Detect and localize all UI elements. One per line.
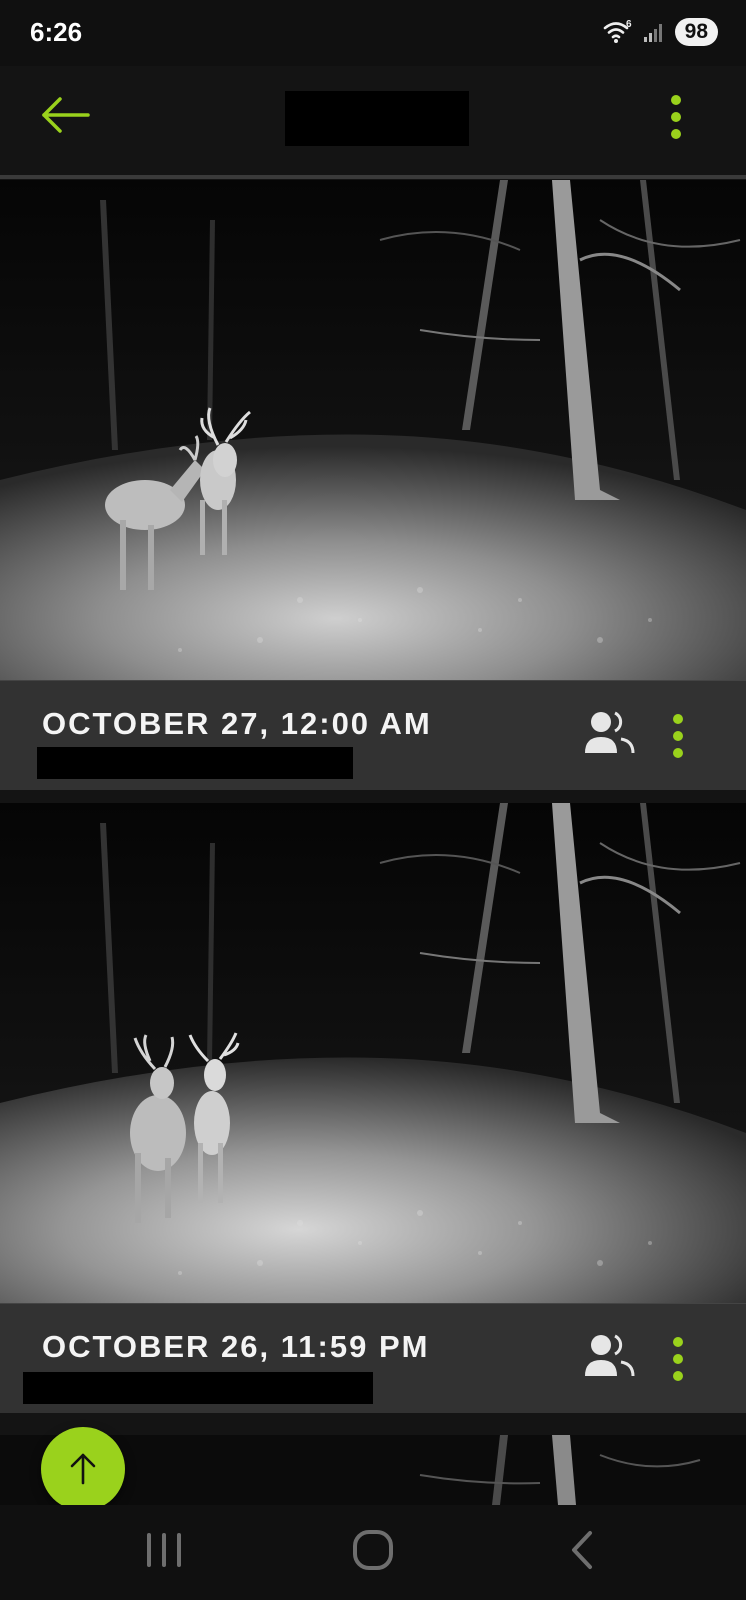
scroll-to-top-button[interactable] bbox=[41, 1427, 125, 1511]
more-vertical-icon[interactable] bbox=[668, 1334, 688, 1384]
people-icon[interactable] bbox=[583, 1332, 637, 1384]
trail-camera-photo[interactable] bbox=[0, 180, 746, 680]
wifi-icon: 6 bbox=[603, 19, 632, 43]
status-time: 6:26 bbox=[30, 17, 83, 47]
more-vertical-icon[interactable] bbox=[668, 711, 688, 761]
home-icon[interactable] bbox=[348, 1525, 398, 1575]
more-vertical-icon[interactable] bbox=[666, 92, 686, 142]
system-nav-bar bbox=[0, 1505, 746, 1600]
photo-date: OCTOBER 26, 11:59 PM bbox=[42, 1329, 430, 1364]
people-icon[interactable] bbox=[583, 709, 637, 761]
header-divider bbox=[0, 175, 746, 179]
app-bar bbox=[0, 66, 746, 176]
status-bar: 6:26 6 98 bbox=[0, 0, 746, 66]
signal-icon bbox=[643, 24, 662, 42]
night-forest-scene bbox=[0, 180, 746, 680]
battery-icon: 98 bbox=[674, 18, 718, 46]
arrow-left-icon bbox=[42, 97, 90, 133]
photo-info-bar: OCTOBER 27, 12:00 AM bbox=[0, 680, 746, 790]
back-icon[interactable] bbox=[557, 1525, 607, 1575]
arrow-up-icon bbox=[70, 1453, 96, 1485]
title-redaction bbox=[285, 91, 469, 146]
back-button[interactable] bbox=[40, 92, 92, 138]
recent-apps-icon[interactable] bbox=[139, 1525, 189, 1575]
wifi-badge: 6 bbox=[626, 19, 632, 30]
photo-info-bar: OCTOBER 26, 11:59 PM bbox=[0, 1303, 746, 1413]
night-forest-scene bbox=[0, 803, 746, 1303]
photo-date: OCTOBER 27, 12:00 AM bbox=[42, 706, 432, 741]
location-redaction bbox=[23, 1372, 373, 1404]
trail-camera-photo[interactable] bbox=[0, 803, 746, 1303]
status-icons: 6 98 bbox=[603, 18, 718, 46]
location-redaction bbox=[37, 747, 353, 779]
